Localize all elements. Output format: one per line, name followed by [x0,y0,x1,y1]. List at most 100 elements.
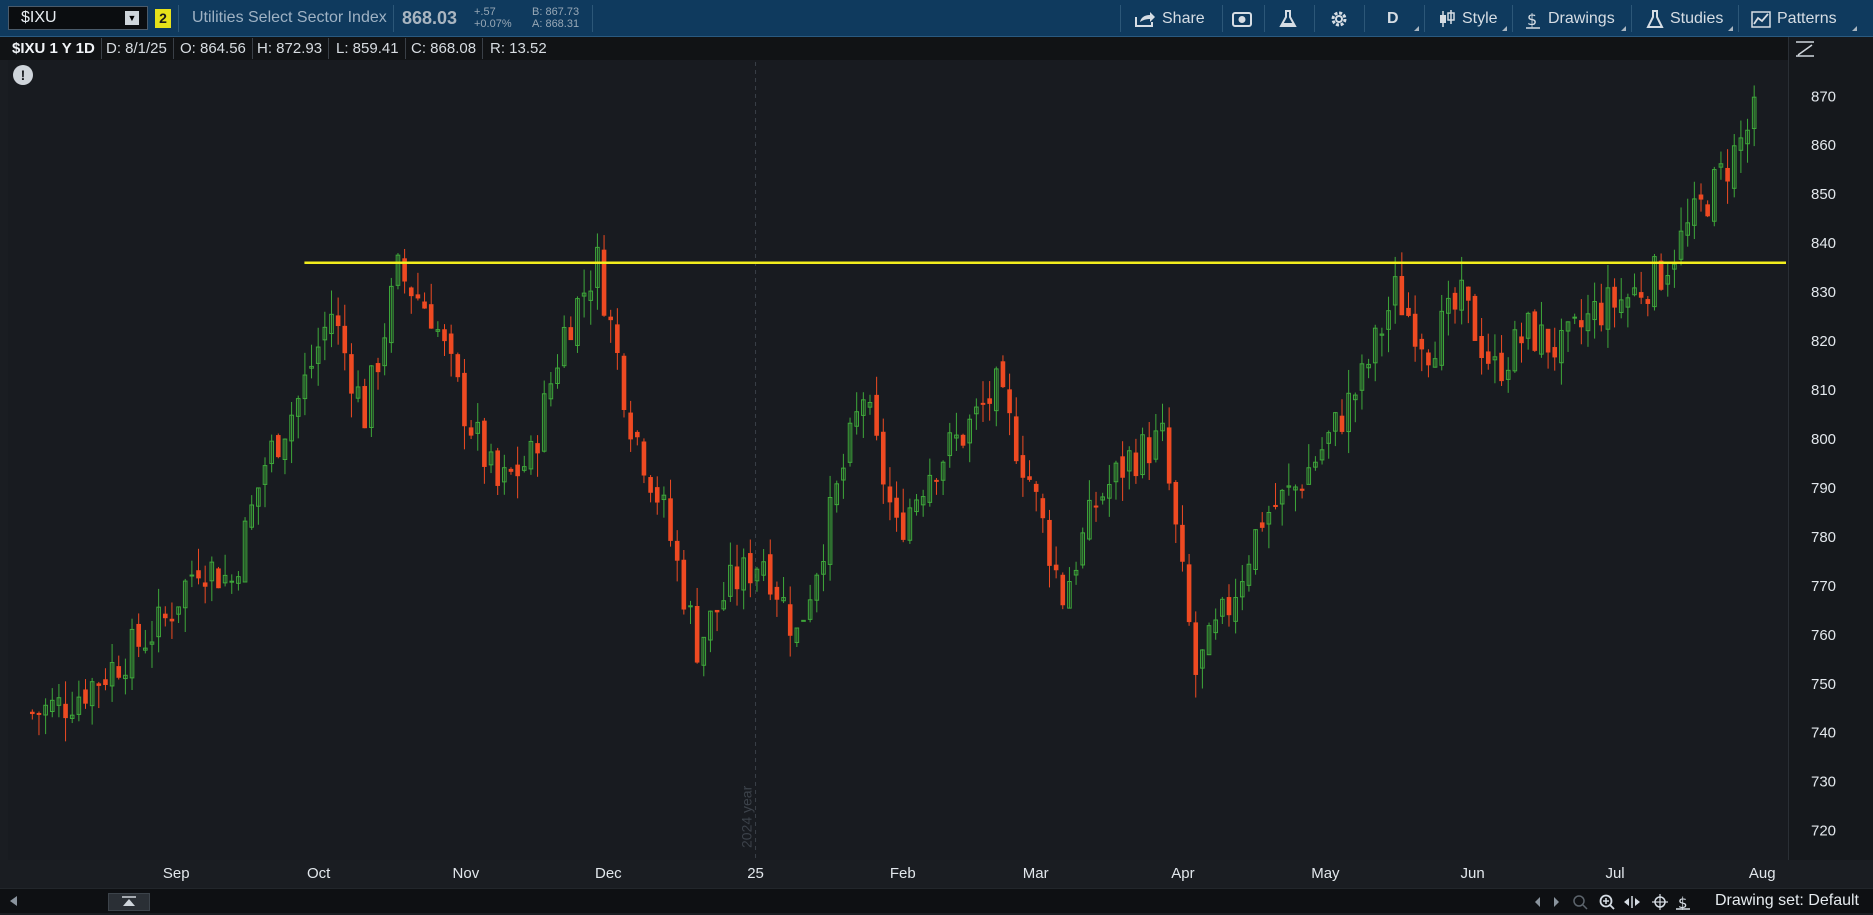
candle-body [1485,351,1491,364]
x-tick-label: Dec [595,865,622,882]
candle-body [801,619,806,622]
x-tick-label: Mar [1023,865,1049,882]
candle-body [674,540,680,561]
candle-body [189,574,195,577]
candle-body [1532,311,1538,351]
candle-body [1545,328,1551,353]
candle-body [601,249,607,316]
y-tick-label: 750 [1811,676,1836,693]
candle-body [987,398,992,404]
candle-body [462,372,467,427]
candle-body [1499,352,1504,382]
svg-text:$: $ [1678,894,1688,910]
candle-body [1399,276,1405,316]
scroll-left-icon[interactable] [10,896,18,906]
fit-width-icon[interactable] [1624,896,1640,908]
candle-body [880,431,886,485]
year-divider-label: 2024 year [739,785,755,848]
candle-body [1060,574,1066,606]
y-tick-label: 790 [1811,480,1836,497]
x-tick-label: Sep [163,865,190,882]
candle-body [688,605,693,608]
candle-body [934,479,939,482]
candle-body [362,386,368,429]
candle-body [1612,286,1617,308]
candle-body [1120,456,1125,478]
candle-body [1173,482,1179,525]
candle-body [342,325,348,354]
candle-body [1645,299,1651,304]
zoom-in-icon[interactable] [1599,894,1615,910]
candle-body [495,450,500,486]
candle-body [349,354,354,394]
x-tick-label: Jul [1605,865,1624,882]
candle-body [641,441,647,476]
candle-body [202,582,208,587]
chart-canvas: 2024 year 720 730 740 750 760 770 780 790 800 810 8… [30,41,1836,882]
candle-body [63,703,68,719]
pan-left-icon[interactable] [1535,897,1540,907]
expand-panel-button[interactable] [108,893,150,911]
candle-body [1053,564,1059,571]
candle-body [1452,292,1458,310]
y-tick-label: 870 [1811,88,1836,105]
candle-body [428,304,434,329]
candle-body [1259,522,1265,528]
candle-body [980,402,986,405]
candle-body [874,394,879,436]
candle-body [787,604,793,636]
candle-body [136,623,141,647]
y-tick-label: 860 [1811,137,1836,154]
candle-body [621,355,627,410]
candle-body [714,609,720,613]
candle-body [694,605,700,663]
candle-body [422,301,427,309]
candle-body [1146,437,1152,464]
candle-body [482,420,487,467]
candle-body [216,568,221,589]
candle-body [455,354,461,378]
candle-body [408,287,414,297]
y-tick-label: 770 [1811,578,1836,595]
candle-body [1299,488,1305,491]
candle-body [169,618,175,622]
candle-body [568,327,574,341]
x-tick-label: Jun [1460,865,1484,882]
candle-body [900,512,906,540]
candle-body [1479,335,1484,359]
zoom-out-icon[interactable] [1573,895,1588,910]
pan-right-icon[interactable] [1554,897,1559,907]
drawing-set-label[interactable]: Drawing set: Default [1715,892,1859,910]
y-tick-label: 810 [1811,382,1836,399]
triangle-up-icon [122,896,136,906]
candle-body [681,559,687,610]
candle-body [668,498,673,541]
x-tick-label: 25 [747,865,764,882]
candle-body [30,711,35,715]
candle-body [1027,476,1032,480]
candle-body [1226,597,1232,616]
candle-body [229,580,235,583]
candle-body [1725,167,1730,182]
candle-body [635,431,640,438]
x-tick-label: Feb [890,865,916,882]
candle-body [276,435,281,458]
x-tick-label: Aug [1749,865,1776,882]
candle-body [615,324,620,354]
price-scale-icon[interactable]: $ [1676,894,1690,910]
candle-body [648,477,653,493]
candle-body [515,464,520,477]
candle-body [1572,316,1577,319]
price-axis-settings-icon[interactable] [1796,41,1814,57]
alert-icon[interactable]: ! [13,65,33,85]
candle-body [1698,194,1704,200]
candle-body [1339,415,1345,432]
candle-body [1466,286,1471,301]
candle-body [442,329,447,342]
candle-body [1419,338,1425,350]
candle-body [1658,260,1664,290]
y-tick-label: 830 [1811,284,1836,301]
x-tick-label: Nov [453,865,480,882]
candle-body [767,554,773,595]
crosshair-icon[interactable] [1652,894,1668,910]
